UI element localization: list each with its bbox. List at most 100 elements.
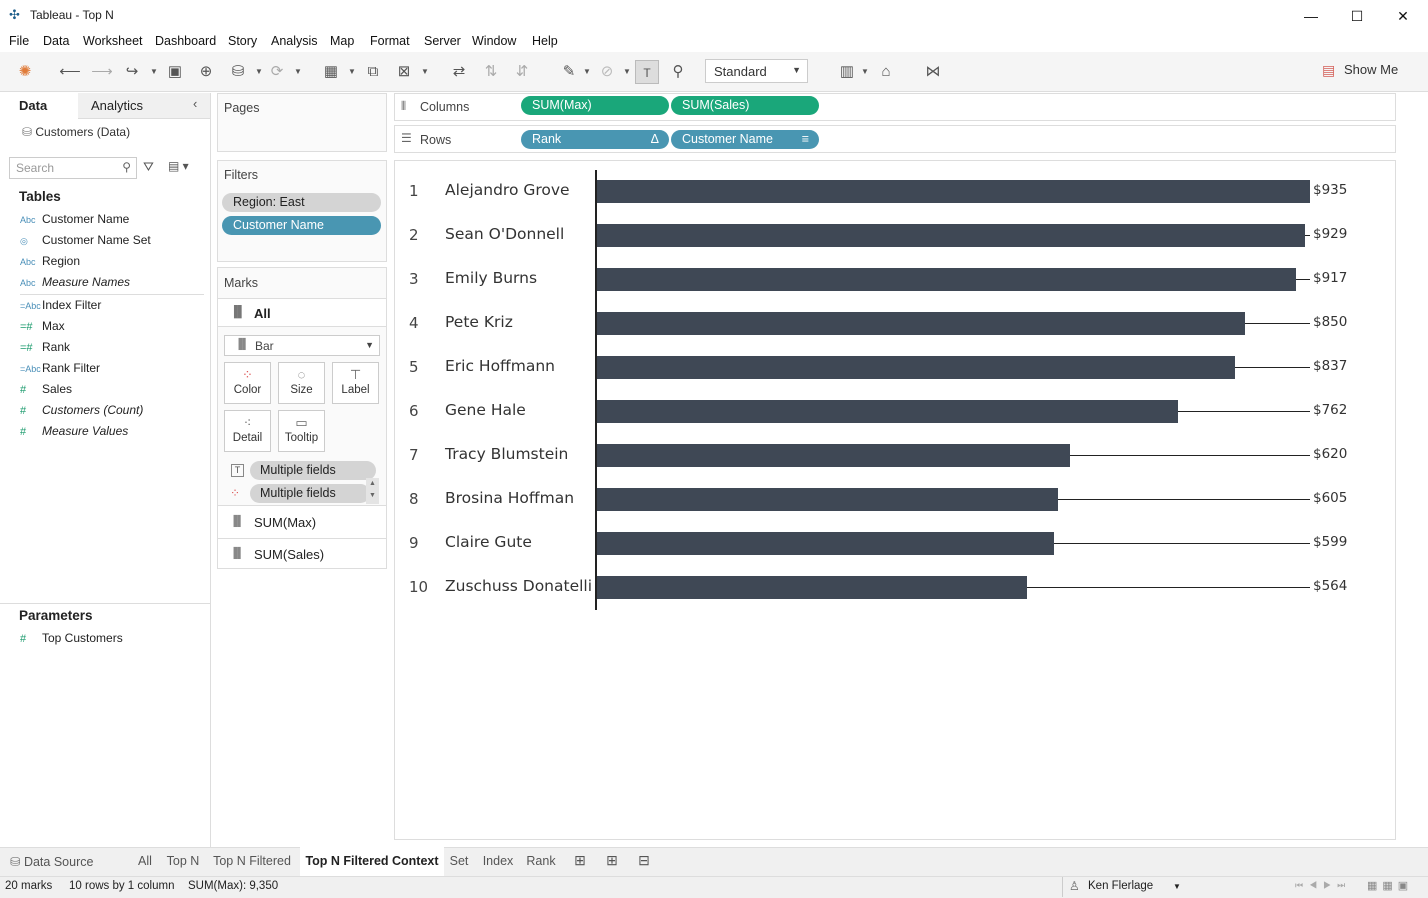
- columns-pill-sales[interactable]: SUM(Sales): [671, 96, 819, 115]
- redo-icon[interactable]: ⟶: [90, 60, 114, 84]
- pause-updates-icon[interactable]: ⛁: [226, 60, 250, 84]
- field-name: Rank: [42, 340, 71, 354]
- size-icon: ◌: [297, 367, 306, 382]
- grid-view-icons[interactable]: ▦▦▣: [1367, 879, 1413, 892]
- collapse-icon[interactable]: ‹: [193, 96, 197, 111]
- label-button[interactable]: ⊤ Label: [332, 362, 379, 404]
- clear-sheet-icon[interactable]: ⊠: [392, 60, 416, 84]
- duplicate-sheet-icon[interactable]: ⧉: [361, 60, 385, 84]
- sort-ascending-icon[interactable]: ⇅: [479, 60, 503, 84]
- field-item[interactable]: Abc Region: [20, 254, 80, 274]
- field-item[interactable]: =# Rank: [20, 340, 70, 360]
- sheet-tab-index[interactable]: Index: [478, 847, 518, 876]
- field-item[interactable]: Abc Customer Name: [20, 212, 129, 232]
- size-button[interactable]: ◌ Size: [278, 362, 325, 404]
- tableau-home-icon[interactable]: ✺: [13, 60, 37, 84]
- pin-icon[interactable]: ⚲: [666, 60, 690, 84]
- sort-descending-icon[interactable]: ⇵: [510, 60, 534, 84]
- rows-pill-customer[interactable]: Customer Name ≡: [671, 130, 819, 149]
- menu-window[interactable]: Window: [472, 34, 516, 48]
- show-cards-icon[interactable]: ▥: [835, 60, 859, 84]
- presentation-icon[interactable]: ⌂: [874, 60, 898, 84]
- tab-analytics[interactable]: Analytics ‹: [78, 93, 210, 119]
- filter-fields-icon[interactable]: ⛛: [143, 159, 154, 175]
- share-icon[interactable]: ⋈: [921, 60, 945, 84]
- menu-data[interactable]: Data: [43, 34, 69, 48]
- filter-pill-region[interactable]: Region: East: [222, 193, 381, 212]
- replay-icon[interactable]: ↪: [120, 60, 144, 84]
- sheet-tab-all[interactable]: All: [132, 847, 158, 876]
- tab-data[interactable]: Data: [0, 93, 78, 119]
- undo-icon[interactable]: ⟵: [58, 60, 82, 84]
- menu-map[interactable]: Map: [330, 34, 354, 48]
- field-item[interactable]: # Measure Values: [20, 424, 128, 444]
- mark-type-select[interactable]: ▐▌ Bar ▼: [224, 335, 380, 356]
- save-icon[interactable]: ▣: [163, 60, 187, 84]
- clear-dropdown-icon[interactable]: ▼: [421, 60, 429, 84]
- fit-mode-select[interactable]: Standard ▼: [705, 59, 808, 83]
- refresh-icon[interactable]: ⟳: [265, 60, 289, 84]
- new-dashboard-icon[interactable]: ⊞: [600, 847, 624, 876]
- columns-pill-max[interactable]: SUM(Max): [521, 96, 669, 115]
- menu-file[interactable]: File: [9, 34, 29, 48]
- menu-story[interactable]: Story: [228, 34, 257, 48]
- highlight-dropdown-icon[interactable]: ▼: [583, 60, 591, 84]
- marks-all-tab[interactable]: ▐▌ All: [218, 298, 386, 327]
- field-item[interactable]: # Sales: [20, 382, 72, 402]
- show-cards-dropdown-icon[interactable]: ▼: [861, 60, 869, 84]
- field-item[interactable]: =AbcRank Filter: [20, 361, 100, 381]
- color-button[interactable]: ⁘ Color: [224, 362, 271, 404]
- tooltip-button[interactable]: ▭ Tooltip: [278, 410, 325, 452]
- menu-help[interactable]: Help: [532, 34, 558, 48]
- minimize-button[interactable]: —: [1288, 0, 1334, 32]
- sheet-tab-top-n-filtered[interactable]: Top N Filtered: [208, 847, 296, 876]
- user-menu[interactable]: ♙ Ken Flerlage ▼: [1062, 877, 1188, 897]
- measure-tab-sales[interactable]: ▐▌ SUM(Sales): [218, 538, 386, 568]
- refresh-dropdown-icon[interactable]: ▼: [294, 60, 302, 84]
- color-fields-pill[interactable]: Multiple fields: [250, 484, 370, 503]
- group-dropdown-icon[interactable]: ▼: [623, 60, 631, 84]
- field-item[interactable]: # Customers (Count): [20, 403, 143, 423]
- group-icon[interactable]: ⊘: [595, 60, 619, 84]
- sheet-tab-top-n-filtered-context[interactable]: Top N Filtered Context: [300, 847, 444, 876]
- view-options-icon[interactable]: ▤ ▾: [168, 159, 189, 173]
- field-item[interactable]: =# Max: [20, 319, 65, 339]
- menu-format[interactable]: Format: [370, 34, 410, 48]
- sheet-tab-data-source[interactable]: ⛁ Data Source: [4, 847, 130, 876]
- showme-icon[interactable]: ▤: [1322, 62, 1335, 79]
- menu-server[interactable]: Server: [424, 34, 461, 48]
- menu-analysis[interactable]: Analysis: [271, 34, 318, 48]
- sheet-nav-icons[interactable]: ⏮◀▶⏭: [1295, 880, 1351, 891]
- detail-button[interactable]: ⁖ Detail: [224, 410, 271, 452]
- maximize-button[interactable]: ☐: [1334, 0, 1380, 32]
- replay-dropdown-icon[interactable]: ▼: [150, 60, 158, 84]
- menu-worksheet[interactable]: Worksheet: [83, 34, 143, 48]
- scrollbar[interactable]: ▲ ▼: [366, 478, 379, 504]
- swap-icon[interactable]: ⇄: [447, 60, 471, 84]
- measure-tab-max[interactable]: ▐▌ SUM(Max): [218, 505, 386, 538]
- menu-dashboard[interactable]: Dashboard: [155, 34, 216, 48]
- label-fields-pill[interactable]: Multiple fields: [250, 461, 376, 480]
- field-item[interactable]: ◎ Customer Name Set: [20, 233, 151, 253]
- field-item[interactable]: Abc Measure Names: [20, 275, 130, 295]
- new-worksheet-icon[interactable]: ⊞: [568, 847, 592, 876]
- sheet-tab-set[interactable]: Set: [446, 847, 472, 876]
- rows-pill-rank[interactable]: Rank Δ: [521, 130, 669, 149]
- string-icon: Abc: [20, 215, 36, 225]
- show-me-button[interactable]: Show Me: [1344, 62, 1398, 77]
- new-datasource-icon[interactable]: ⊕: [194, 60, 218, 84]
- filter-pill-customer[interactable]: Customer Name: [222, 216, 381, 235]
- close-button[interactable]: ✕: [1380, 0, 1426, 32]
- new-story-icon[interactable]: ⊟: [632, 847, 656, 876]
- highlight-icon[interactable]: ✎: [557, 60, 581, 84]
- new-worksheet-dropdown-icon[interactable]: ▼: [348, 60, 356, 84]
- sheet-tab-rank[interactable]: Rank: [522, 847, 560, 876]
- show-labels-icon[interactable]: T: [635, 60, 659, 84]
- parameter-item[interactable]: # Top Customers: [20, 631, 123, 651]
- sheet-tab-top-n[interactable]: Top N: [162, 847, 204, 876]
- new-worksheet-icon[interactable]: ▦: [319, 60, 343, 84]
- pause-dropdown-icon[interactable]: ▼: [255, 60, 263, 84]
- field-item[interactable]: =AbcIndex Filter: [20, 298, 101, 318]
- datasource-item[interactable]: ⛁ Customers (Data): [22, 125, 130, 139]
- search-input[interactable]: Search ⚲: [9, 157, 137, 179]
